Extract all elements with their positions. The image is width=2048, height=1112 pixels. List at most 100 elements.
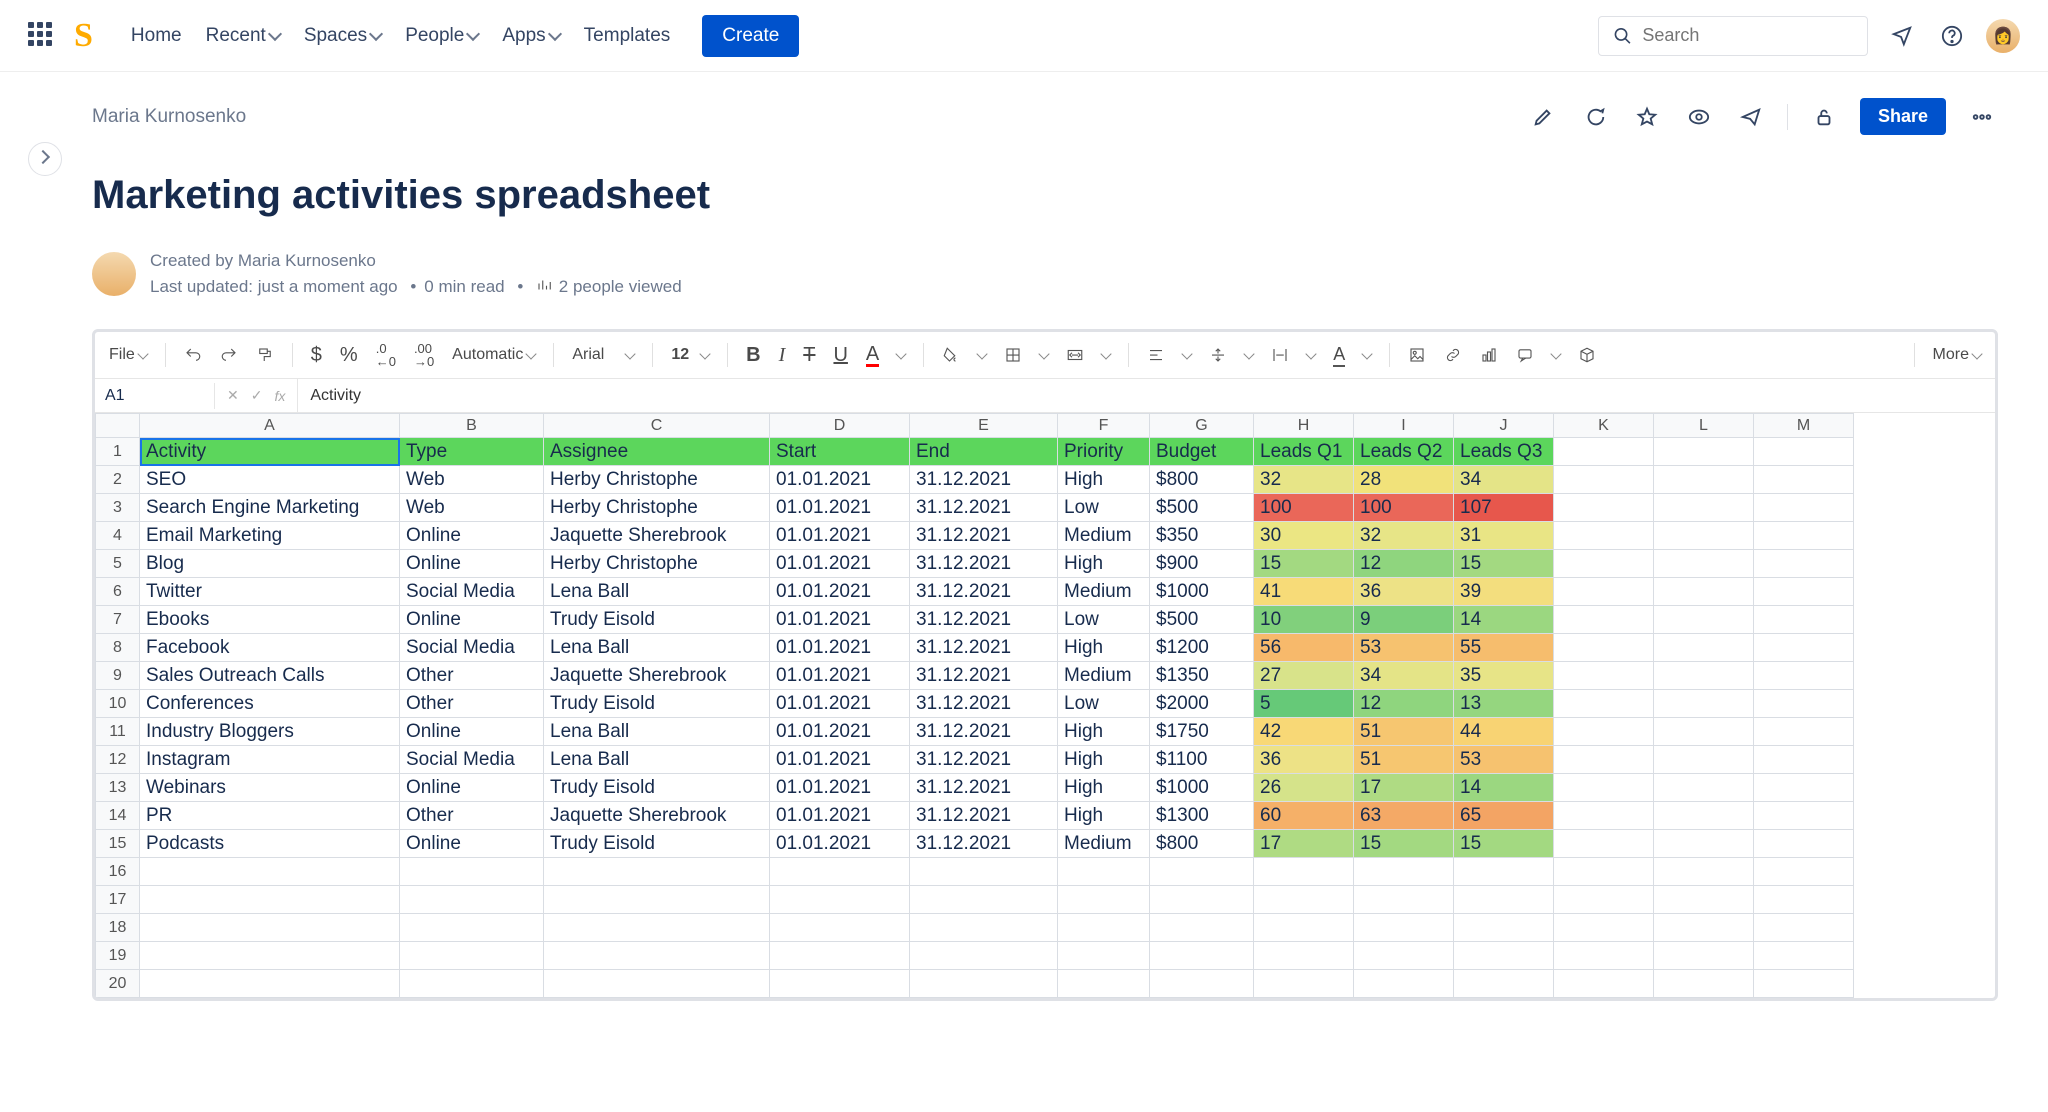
- cell[interactable]: Online: [400, 550, 544, 578]
- cell[interactable]: [1754, 774, 1854, 802]
- cell[interactable]: [770, 886, 910, 914]
- col-header-H[interactable]: H: [1254, 414, 1354, 438]
- cell[interactable]: 31.12.2021: [910, 746, 1058, 774]
- cell[interactable]: Medium: [1058, 830, 1150, 858]
- cell[interactable]: [1754, 690, 1854, 718]
- cell[interactable]: 01.01.2021: [770, 690, 910, 718]
- cell[interactable]: $1100: [1150, 746, 1254, 774]
- cell[interactable]: $900: [1150, 550, 1254, 578]
- cell[interactable]: [1554, 466, 1654, 494]
- cell[interactable]: Search Engine Marketing: [140, 494, 400, 522]
- text-color-icon[interactable]: A: [866, 344, 879, 367]
- cell[interactable]: Blog: [140, 550, 400, 578]
- align-icon[interactable]: [1147, 346, 1165, 364]
- cell[interactable]: 12: [1354, 550, 1454, 578]
- cell[interactable]: [1654, 886, 1754, 914]
- cell[interactable]: 51: [1354, 718, 1454, 746]
- chart-icon[interactable]: [1480, 346, 1498, 364]
- nav-templates[interactable]: Templates: [584, 25, 671, 47]
- cell[interactable]: [1654, 774, 1754, 802]
- cell[interactable]: Online: [400, 522, 544, 550]
- cell[interactable]: Other: [400, 690, 544, 718]
- cell[interactable]: Lena Ball: [544, 718, 770, 746]
- product-logo[interactable]: S: [74, 17, 93, 55]
- comment-cell-icon[interactable]: [1516, 346, 1534, 364]
- row-header[interactable]: 16: [96, 858, 140, 886]
- cell[interactable]: [1554, 774, 1654, 802]
- cell[interactable]: 01.01.2021: [770, 606, 910, 634]
- row-header[interactable]: 18: [96, 914, 140, 942]
- cell[interactable]: [1254, 970, 1354, 998]
- cell[interactable]: Medium: [1058, 662, 1150, 690]
- grid[interactable]: ABCDEFGHIJKLM 1ActivityTypeAssigneeStart…: [95, 413, 1995, 998]
- cell[interactable]: [544, 942, 770, 970]
- cell[interactable]: [544, 914, 770, 942]
- cell[interactable]: 31.12.2021: [910, 662, 1058, 690]
- cell[interactable]: $1750: [1150, 718, 1254, 746]
- cell[interactable]: Online: [400, 830, 544, 858]
- cell[interactable]: High: [1058, 802, 1150, 830]
- nav-people[interactable]: People: [405, 25, 478, 47]
- cell[interactable]: Social Media: [400, 634, 544, 662]
- cell[interactable]: [910, 970, 1058, 998]
- row-header[interactable]: 17: [96, 886, 140, 914]
- cell[interactable]: [910, 858, 1058, 886]
- cell[interactable]: High: [1058, 634, 1150, 662]
- cell[interactable]: $2000: [1150, 690, 1254, 718]
- cell[interactable]: 15: [1354, 830, 1454, 858]
- row-header[interactable]: 10: [96, 690, 140, 718]
- cell[interactable]: $350: [1150, 522, 1254, 550]
- cell[interactable]: [1554, 494, 1654, 522]
- cell[interactable]: 26: [1254, 774, 1354, 802]
- cell[interactable]: 32: [1354, 522, 1454, 550]
- cell[interactable]: $500: [1150, 606, 1254, 634]
- cell[interactable]: Herby Christophe: [544, 550, 770, 578]
- cell[interactable]: 01.01.2021: [770, 466, 910, 494]
- cell[interactable]: 13: [1454, 690, 1554, 718]
- cell[interactable]: [1454, 914, 1554, 942]
- cell[interactable]: [1554, 914, 1654, 942]
- cell[interactable]: [1754, 466, 1854, 494]
- cell[interactable]: [1754, 634, 1854, 662]
- nav-home[interactable]: Home: [131, 25, 182, 47]
- cell[interactable]: [1554, 550, 1654, 578]
- fx-icon[interactable]: fx: [274, 388, 285, 404]
- row-header[interactable]: 5: [96, 550, 140, 578]
- cell[interactable]: [1654, 466, 1754, 494]
- cell[interactable]: [400, 858, 544, 886]
- watch-icon[interactable]: [1683, 101, 1715, 133]
- cell[interactable]: [1058, 858, 1150, 886]
- cell[interactable]: 31.12.2021: [910, 718, 1058, 746]
- cell[interactable]: [1654, 550, 1754, 578]
- cell[interactable]: [1554, 662, 1654, 690]
- cell[interactable]: 01.01.2021: [770, 634, 910, 662]
- cell[interactable]: 01.01.2021: [770, 522, 910, 550]
- font-menu[interactable]: Arial: [572, 346, 634, 364]
- cell[interactable]: 01.01.2021: [770, 494, 910, 522]
- cell[interactable]: [1654, 746, 1754, 774]
- cell[interactable]: [1454, 942, 1554, 970]
- cell[interactable]: [1554, 718, 1654, 746]
- cell[interactable]: [1754, 802, 1854, 830]
- cell[interactable]: [1058, 886, 1150, 914]
- cell[interactable]: 60: [1254, 802, 1354, 830]
- cell[interactable]: [1554, 970, 1654, 998]
- row-header[interactable]: 14: [96, 802, 140, 830]
- cell[interactable]: Social Media: [400, 746, 544, 774]
- merge-cells-icon[interactable]: [1066, 346, 1084, 364]
- cell[interactable]: [1254, 942, 1354, 970]
- cell[interactable]: [1150, 886, 1254, 914]
- increase-decimal-icon[interactable]: .00→0: [414, 342, 434, 368]
- cell[interactable]: High: [1058, 746, 1150, 774]
- bold-icon[interactable]: B: [746, 344, 760, 367]
- cell[interactable]: [1754, 970, 1854, 998]
- cell[interactable]: 31.12.2021: [910, 830, 1058, 858]
- cell[interactable]: [1654, 578, 1754, 606]
- more-actions-icon[interactable]: [1966, 101, 1998, 133]
- cell[interactable]: [1354, 942, 1454, 970]
- cell[interactable]: [1454, 858, 1554, 886]
- col-header-B[interactable]: B: [400, 414, 544, 438]
- cell[interactable]: [1150, 970, 1254, 998]
- cell[interactable]: 01.01.2021: [770, 774, 910, 802]
- cell[interactable]: Social Media: [400, 578, 544, 606]
